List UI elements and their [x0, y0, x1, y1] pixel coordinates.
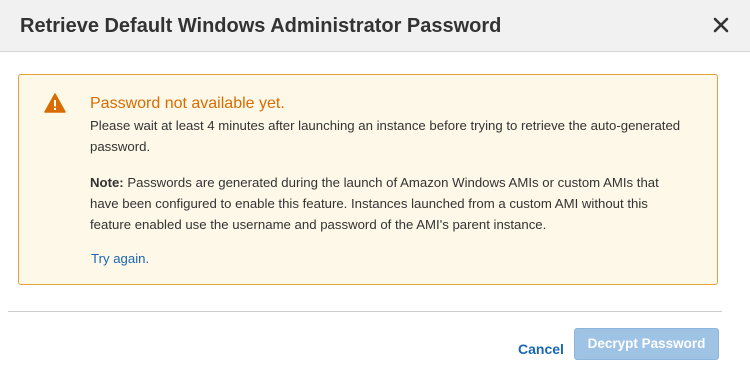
try-again-link[interactable]: Try again.: [91, 250, 149, 268]
alert-title: Password not available yet.: [90, 95, 285, 112]
note-text: Passwords are generated during the launc…: [90, 175, 659, 232]
decrypt-password-button[interactable]: Decrypt Password: [574, 328, 719, 360]
close-icon[interactable]: [710, 14, 732, 36]
cancel-link[interactable]: Cancel: [518, 340, 564, 358]
warning-alert: Password not available yet. Please wait …: [18, 74, 718, 285]
footer-divider: [8, 311, 722, 312]
warning-icon: [44, 93, 66, 113]
alert-message: Please wait at least 4 minutes after lau…: [90, 118, 681, 154]
note-label: Note:: [90, 175, 124, 190]
dialog-title: Retrieve Default Windows Administrator P…: [20, 15, 502, 37]
retrieve-password-dialog: Retrieve Default Windows Administrator P…: [0, 0, 750, 374]
alert-note: Note: Passwords are generated during the…: [90, 172, 690, 235]
dialog-header: Retrieve Default Windows Administrator P…: [0, 0, 750, 52]
